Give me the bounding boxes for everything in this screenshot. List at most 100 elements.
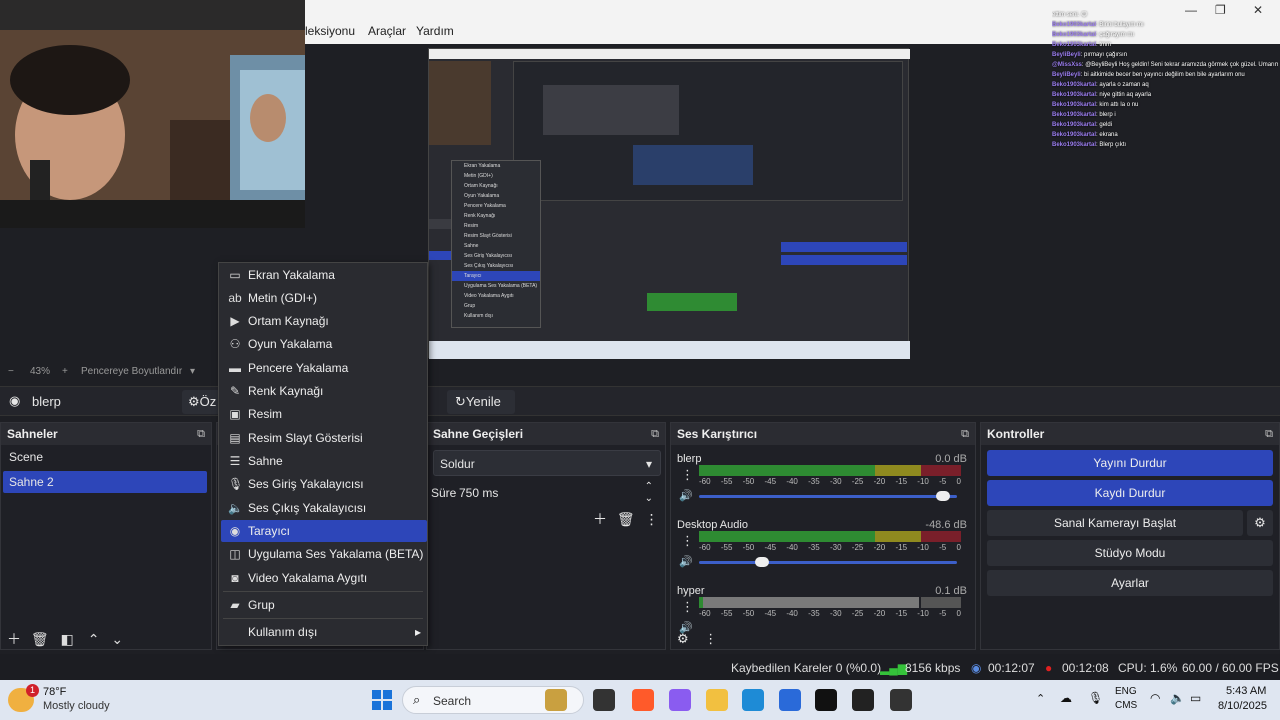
menu-item-source[interactable]: ⚇ Oyun Yakalama xyxy=(221,333,427,355)
popout-icon[interactable]: ⧉ xyxy=(651,423,659,445)
menu-item-tools[interactable]: Araçlar xyxy=(368,24,406,38)
virtual-camera-settings[interactable]: ⚙ xyxy=(1247,510,1273,536)
menu-item-source[interactable]: ▬ Pencere Yakalama xyxy=(221,357,427,379)
cpu-usage: CPU: 1.6% xyxy=(1118,661,1178,675)
file-explorer-icon[interactable] xyxy=(706,689,728,711)
language-secondary[interactable]: CMS xyxy=(1115,700,1137,711)
more-icon[interactable]: ⋮ xyxy=(681,533,694,549)
capture-menu-item: Kullanım dışı xyxy=(464,313,493,319)
wifi-icon[interactable]: ◠ xyxy=(1150,691,1160,705)
menu-item-source[interactable]: ▭ Ekran Yakalama xyxy=(221,264,427,286)
filter-icon[interactable]: ◧ xyxy=(61,631,74,647)
windows-start-icon[interactable] xyxy=(372,690,392,710)
trash-icon[interactable]: 🗑 xyxy=(617,511,635,527)
popout-icon[interactable]: ⧉ xyxy=(961,423,969,445)
menu-item-source[interactable]: ✎ Renk Kaynağı xyxy=(221,380,427,402)
speaker-icon[interactable]: 🔊 xyxy=(679,555,693,568)
menu-item-source[interactable]: ◉ Tarayıcı xyxy=(221,520,427,542)
menu-item-deprecated[interactable]: Kullanım dışı ▸ xyxy=(221,621,427,643)
more-icon[interactable]: ⋮ xyxy=(704,631,717,646)
chevron-up-icon[interactable]: ⌃ xyxy=(1036,692,1045,705)
task-view-icon[interactable] xyxy=(593,689,615,711)
menu-item-source[interactable]: 🎙 Ses Giriş Yakalayıcısı xyxy=(221,473,427,495)
menu-item-source[interactable]: ▤ Resim Slayt Gösterisi xyxy=(221,427,427,449)
scenes-dock: Sahneler ⧉ Scene Sahne 2 ＋ 🗑 ◧ ⌃ ⌄ xyxy=(0,422,212,650)
language-primary[interactable]: ENG xyxy=(1115,686,1137,697)
cloud-icon[interactable]: ☁ xyxy=(1060,691,1072,705)
gear-icon[interactable]: ⚙ xyxy=(677,631,689,646)
volume-knob[interactable] xyxy=(936,491,950,501)
obs-taskbar-icon[interactable] xyxy=(852,689,874,711)
popout-icon[interactable]: ⧉ xyxy=(1265,423,1273,445)
add-icon[interactable]: ＋ xyxy=(7,631,21,647)
chevron-up-icon[interactable]: ⌃ xyxy=(88,631,100,647)
more-icon[interactable]: ⋮ xyxy=(645,511,659,527)
mixer-meter xyxy=(699,465,961,476)
popout-icon[interactable]: ⧉ xyxy=(197,423,205,445)
capture-menu-item: Pencere Yakalama xyxy=(464,203,506,209)
fps: 60.00 / 60.00 FPS xyxy=(1182,661,1279,675)
clock-time[interactable]: 5:43 AM xyxy=(1226,685,1266,697)
settings-button[interactable]: Ayarlar xyxy=(987,570,1273,596)
capture-menu-item: Uygulama Ses Yakalama (BETA) xyxy=(464,283,538,289)
virtual-camera-button[interactable]: Sanal Kamerayı Başlat xyxy=(987,510,1243,536)
selected-source-name: blerp xyxy=(32,394,61,409)
menu-item-label: Oyun Yakalama xyxy=(248,337,333,351)
scale-tick: 0 xyxy=(956,477,961,486)
add-icon[interactable]: ＋ xyxy=(593,511,607,527)
stop-record-button[interactable]: Kaydı Durdur xyxy=(987,480,1273,506)
more-icon[interactable]: ⋮ xyxy=(681,599,694,615)
menu-item-source[interactable]: ☰ Sahne xyxy=(221,450,427,472)
scale-tick: -15 xyxy=(895,477,908,486)
copilot-icon[interactable] xyxy=(669,689,691,711)
scene-item[interactable]: Scene xyxy=(3,446,207,468)
menu-item-source[interactable]: ◙ Video Yakalama Aygıtı xyxy=(221,567,427,589)
tiktok-icon[interactable] xyxy=(815,689,837,711)
obs-recording-icon[interactable] xyxy=(890,689,912,711)
mixer-channel-db: -48.6 dB xyxy=(925,519,967,531)
chat-username: Beko1903kartal xyxy=(1052,82,1097,88)
gamepad-icon: ⚇ xyxy=(229,337,241,351)
volume-icon[interactable]: 🔈 xyxy=(1170,691,1185,705)
menu-item-source[interactable]: ▰ Grup xyxy=(221,594,427,616)
chat-text: : ayarla o zaman aq xyxy=(1096,82,1149,88)
menu-item-collection[interactable]: leksiyonu xyxy=(305,24,355,38)
trash-icon[interactable]: 🗑 xyxy=(31,631,49,647)
menu-item-source[interactable]: ▶ Ortam Kaynağı xyxy=(221,310,427,332)
menu-item-label: Ses Çıkış Yakalayıcısı xyxy=(248,501,367,515)
mixer-channel-name: Desktop Audio xyxy=(677,519,748,531)
volume-slider[interactable] xyxy=(699,557,957,567)
fit-window-button[interactable]: Pencereye Boyutlandır xyxy=(81,366,182,377)
stop-stream-button[interactable]: Yayını Durdur xyxy=(987,450,1273,476)
brave-icon[interactable] xyxy=(632,689,654,711)
refresh-button[interactable]: ↻Yenile xyxy=(447,390,515,414)
scale-tick: -45 xyxy=(764,477,777,486)
microphone-icon[interactable]: 🎙 xyxy=(1088,691,1103,705)
volume-knob[interactable] xyxy=(755,557,769,567)
widgets-icon[interactable] xyxy=(545,689,567,711)
studio-mode-button[interactable]: Stüdyo Modu xyxy=(987,540,1273,566)
scene-item-selected[interactable]: Sahne 2 xyxy=(3,471,207,493)
menu-item-help[interactable]: Yardım xyxy=(416,24,454,38)
battery-icon[interactable]: ▭ xyxy=(1190,691,1201,705)
chevron-down-icon[interactable]: ⌄ xyxy=(111,631,123,647)
more-icon[interactable]: ⋮ xyxy=(681,467,694,483)
zoom-in-button[interactable]: + xyxy=(62,366,68,377)
zoom-out-button[interactable]: − xyxy=(8,366,14,377)
scale-tick: -40 xyxy=(786,543,798,552)
transition-select[interactable]: Soldur ▾ xyxy=(433,450,661,476)
clock-date[interactable]: 8/10/2025 xyxy=(1218,700,1267,712)
menu-item-source[interactable]: 🔈 Ses Çıkış Yakalayıcısı xyxy=(221,497,427,519)
menu-item-source[interactable]: ab Metin (GDI+) xyxy=(221,287,427,309)
speaker-icon[interactable]: 🔊 xyxy=(679,489,693,502)
edge-icon[interactable] xyxy=(742,689,764,711)
capture-inner-screen xyxy=(543,85,679,135)
menu-item-source[interactable]: ▣ Resim xyxy=(221,403,427,425)
fit-dropdown-icon[interactable]: ▾ xyxy=(190,366,195,377)
menu-item-source[interactable]: ◫ Uygulama Ses Yakalama (BETA) xyxy=(221,543,427,565)
properties-button[interactable]: ⚙Öz xyxy=(182,390,220,414)
volume-slider[interactable] xyxy=(699,491,957,501)
duration-input[interactable]: 750 ms ⌃ ⌄ xyxy=(453,480,661,506)
store-icon[interactable] xyxy=(779,689,801,711)
gear-icon: ⚙ xyxy=(188,394,200,409)
